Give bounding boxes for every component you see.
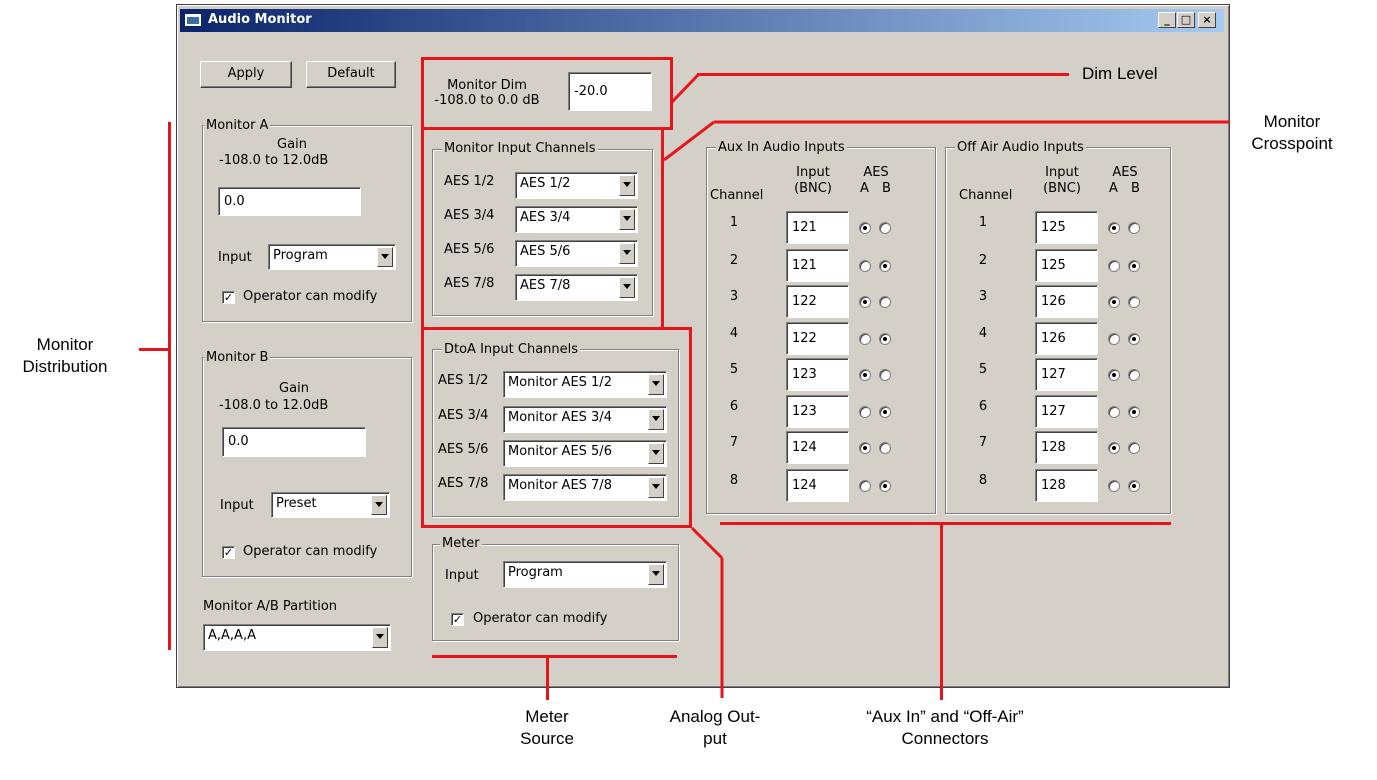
monitor-a-gain-input[interactable]: 0.0 xyxy=(218,187,361,216)
monitor-input-channel-select[interactable]: AES 7/8 xyxy=(515,274,638,301)
monitor-input-channel-label: AES 5/6 xyxy=(444,242,495,257)
dtoa-channel-select[interactable]: Monitor AES 5/6 xyxy=(503,440,667,467)
window-app-icon xyxy=(184,13,202,27)
monitor-a-operator-label: Operator can modify xyxy=(243,289,378,304)
monitor-b-group-label: Monitor B xyxy=(204,350,271,365)
callout-leaders xyxy=(663,73,1230,698)
monitor-input-channel-select[interactable]: AES 3/4 xyxy=(515,206,638,233)
chevron-down-icon[interactable] xyxy=(619,175,635,196)
minimize-button[interactable]: _ xyxy=(1158,12,1176,28)
monitor-input-channel-select[interactable]: AES 5/6 xyxy=(515,240,638,267)
meter-operator-label: Operator can modify xyxy=(473,611,608,626)
monitor-dim-input[interactable]: -20.0 xyxy=(568,72,652,111)
monitor-b-input-select[interactable]: Preset xyxy=(271,492,390,518)
default-button[interactable]: Default xyxy=(306,61,396,88)
dtoa-channel-label: AES 1/2 xyxy=(438,373,489,388)
dtoa-channel-label: AES 5/6 xyxy=(438,442,489,457)
monitor-a-gain-label: Gain xyxy=(277,137,307,152)
callout-dtoa-top xyxy=(421,327,692,330)
callout-dtoa-bottom xyxy=(421,525,692,528)
monitor-input-channel-label: AES 3/4 xyxy=(444,208,495,223)
meter-input-label: Input xyxy=(445,568,479,583)
dtoa-channel-label: AES 7/8 xyxy=(438,476,489,491)
meter-input-select[interactable]: Program xyxy=(503,561,667,588)
monitor-b-gain-range: -108.0 to 12.0dB xyxy=(219,398,329,413)
monitor-input-channel-select[interactable]: AES 1/2 xyxy=(515,172,638,199)
monitor-b-gain-input[interactable]: 0.0 xyxy=(222,427,366,457)
meter-group-label: Meter xyxy=(440,536,482,551)
monitor-a-operator-checkbox[interactable]: ✓ xyxy=(222,291,235,304)
chevron-down-icon[interactable] xyxy=(619,277,635,298)
monitor-input-channel-select-value: AES 3/4 xyxy=(520,210,571,225)
dtoa-channel-select[interactable]: Monitor AES 7/8 xyxy=(503,474,667,501)
callout-dim-box-bottom xyxy=(421,127,673,130)
chevron-down-icon[interactable] xyxy=(619,243,635,264)
partition-select[interactable]: A,A,A,A xyxy=(203,624,391,651)
callout-connectors: “Aux In” and “Off-Air” Connectors xyxy=(866,707,1024,748)
monitor-input-channels-label: Monitor Input Channels xyxy=(442,141,598,156)
callout-monitor-distribution: Monitor Distribution xyxy=(22,335,108,376)
close-button[interactable]: × xyxy=(1198,12,1216,28)
apply-button[interactable]: Apply xyxy=(200,61,292,88)
callout-meter-source: Meter Source xyxy=(520,707,574,748)
chevron-down-icon[interactable] xyxy=(619,209,635,230)
dtoa-channel-select-value: Monitor AES 1/2 xyxy=(508,375,612,390)
maximize-button[interactable]: □ xyxy=(1177,12,1195,28)
dtoa-channel-select-value: Monitor AES 3/4 xyxy=(508,410,612,425)
meter-operator-checkbox[interactable]: ✓ xyxy=(451,613,464,626)
monitor-a-group-label: Monitor A xyxy=(204,118,271,133)
monitor-b-input-label: Input xyxy=(220,498,254,513)
callout-distribution-bracket xyxy=(168,122,171,650)
monitor-b-gain-label: Gain xyxy=(279,381,309,396)
callout-distribution-tick xyxy=(139,348,171,351)
callout-meter-stem xyxy=(546,655,549,700)
dtoa-input-channels-label: DtoA Input Channels xyxy=(442,342,581,357)
monitor-dim-label: Monitor Dim -108.0 to 0.0 dB xyxy=(434,78,540,108)
monitor-b-operator-label: Operator can modify xyxy=(243,544,378,559)
callout-dim-box-top xyxy=(421,57,673,60)
dtoa-channel-select[interactable]: Monitor AES 1/2 xyxy=(503,371,667,398)
monitor-input-channel-label: AES 1/2 xyxy=(444,174,495,189)
monitor-input-channel-select-value: AES 7/8 xyxy=(520,278,571,293)
callout-analog-output: Analog Out-put xyxy=(669,707,761,748)
monitor-input-channel-label: AES 7/8 xyxy=(444,276,495,291)
callout-meter-line xyxy=(432,655,677,658)
callout-dim-box-left xyxy=(421,57,424,130)
window-title: Audio Monitor xyxy=(208,12,312,27)
meter-group xyxy=(432,544,679,641)
dtoa-channel-select[interactable]: Monitor AES 3/4 xyxy=(503,406,667,433)
monitor-a-input-label: Input xyxy=(218,250,252,265)
chevron-down-icon[interactable] xyxy=(372,627,388,648)
monitor-a-input-select[interactable]: Program xyxy=(268,244,396,270)
callout-connectors-line xyxy=(720,522,1171,525)
title-bar[interactable] xyxy=(180,9,1224,32)
callout-connectors-stem xyxy=(940,522,943,700)
dtoa-channel-label: AES 3/4 xyxy=(438,408,489,423)
partition-label: Monitor A/B Partition xyxy=(203,599,338,614)
chevron-down-icon[interactable] xyxy=(377,247,393,267)
monitor-input-channel-select-value: AES 1/2 xyxy=(520,176,571,191)
monitor-input-channel-select-value: AES 5/6 xyxy=(520,244,571,259)
dtoa-channel-select-value: Monitor AES 5/6 xyxy=(508,444,612,459)
monitor-b-operator-checkbox[interactable]: ✓ xyxy=(222,546,235,559)
callout-dim-level: Dim Level xyxy=(1082,64,1158,83)
chevron-down-icon[interactable] xyxy=(371,495,387,515)
callout-monitor-crosspoint: Monitor Crosspoint xyxy=(1251,112,1333,153)
monitor-a-gain-range: -108.0 to 12.0dB xyxy=(219,153,329,168)
dtoa-channel-select-value: Monitor AES 7/8 xyxy=(508,478,612,493)
